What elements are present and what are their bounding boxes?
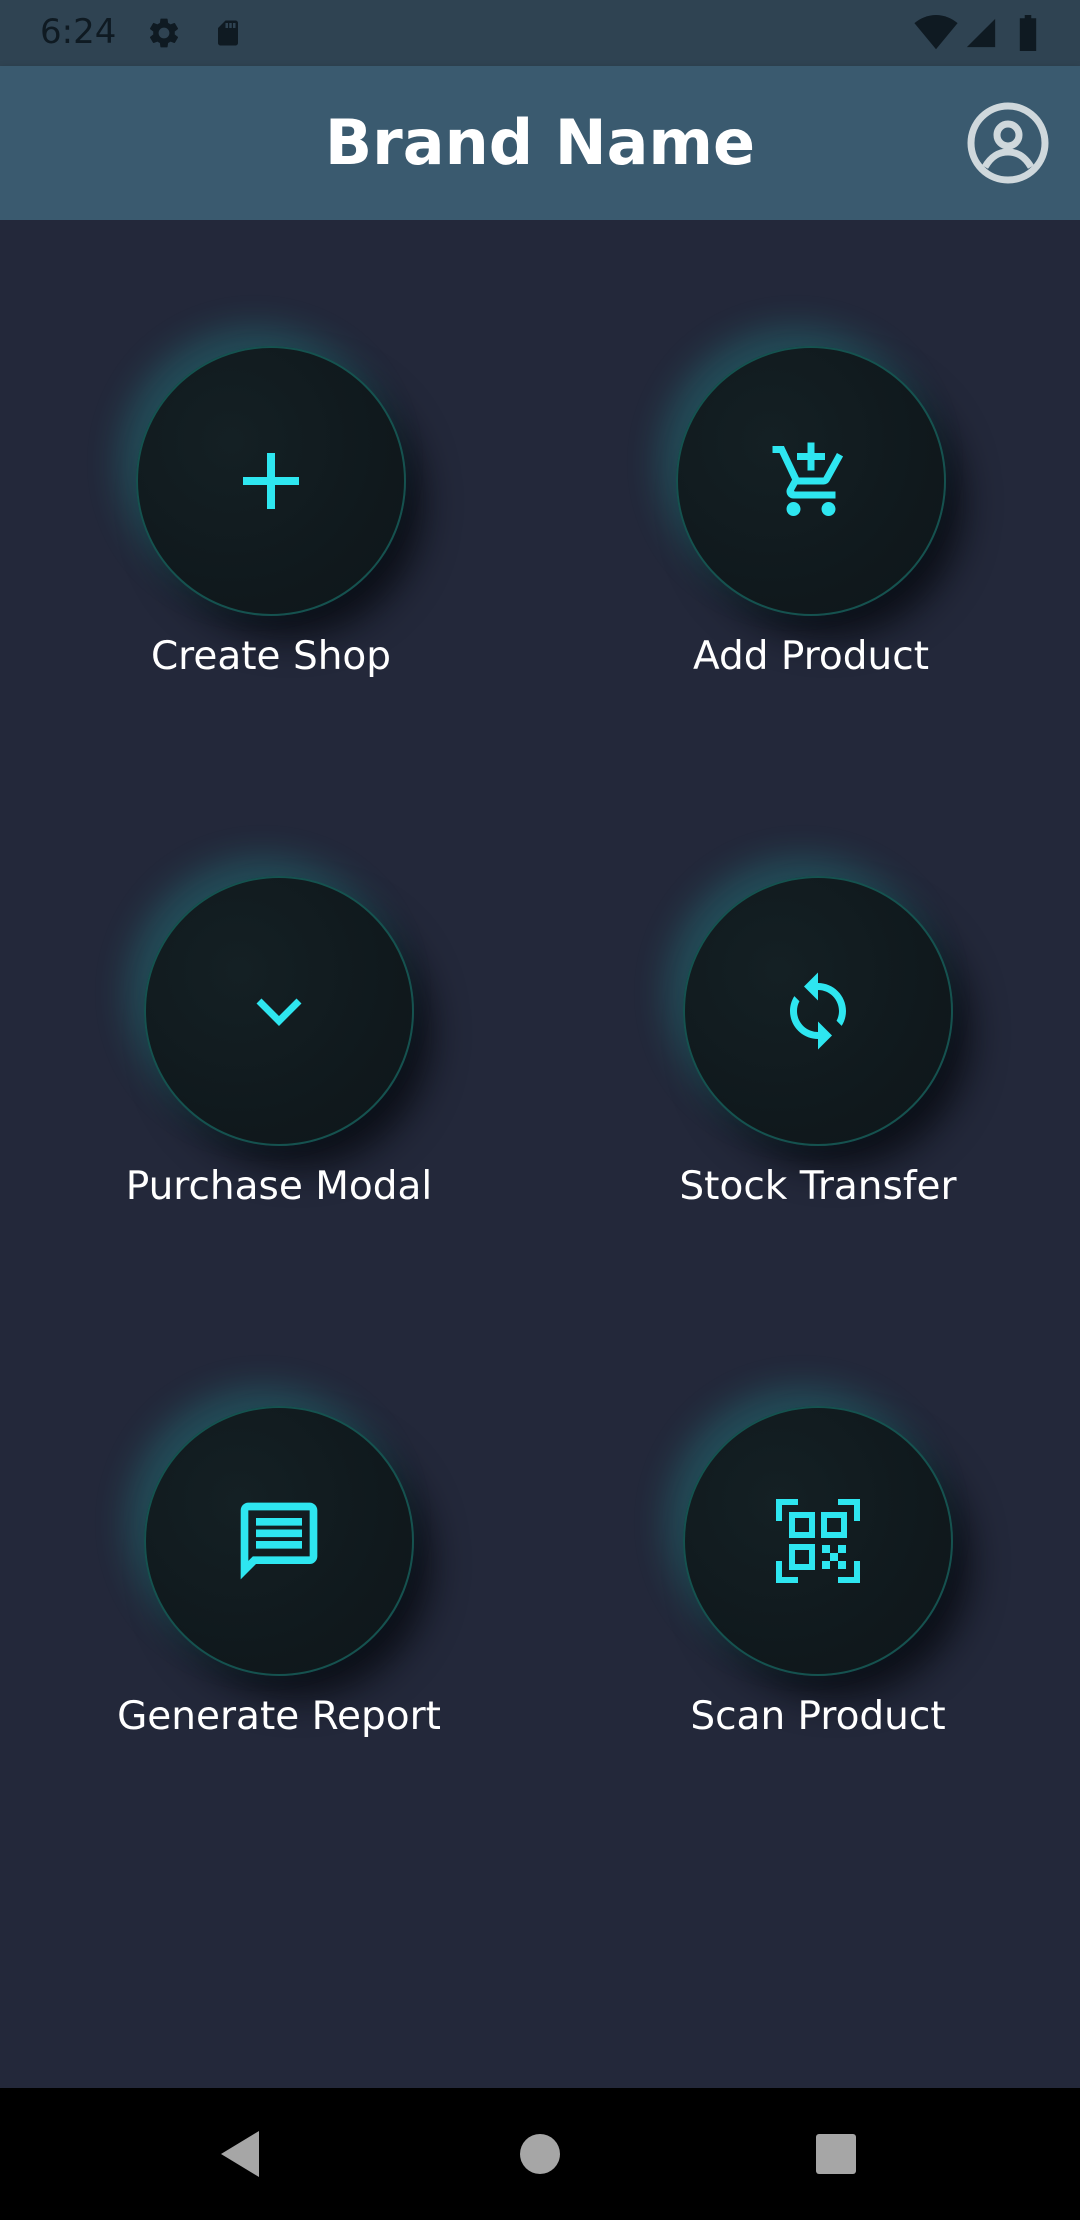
status-time: 6:24 <box>40 12 117 52</box>
home-icon <box>520 2134 560 2174</box>
status-bar: 6:24 <box>0 0 1080 66</box>
add-to-cart-icon <box>772 442 844 516</box>
add-product-button[interactable]: Add Product <box>631 346 991 726</box>
purchase-modal-label: Purchase Modal <box>125 1164 433 1209</box>
recents-button[interactable] <box>800 2118 872 2190</box>
signal-icon <box>962 0 1000 66</box>
profile-button[interactable] <box>966 101 1050 185</box>
navigation-bar <box>0 2088 1080 2220</box>
scan-product-label: Scan Product <box>690 1694 946 1739</box>
stock-transfer-label: Stock Transfer <box>679 1164 957 1209</box>
generate-report-circle[interactable] <box>144 1406 414 1676</box>
chevron-down-icon <box>256 998 302 1026</box>
purchase-modal-button[interactable]: Purchase Modal <box>99 876 459 1256</box>
add-product-label: Add Product <box>693 634 929 679</box>
create-shop-button[interactable]: Create Shop <box>91 346 451 726</box>
qr-scan-icon <box>776 1499 860 1583</box>
sd-card-icon <box>208 0 248 66</box>
add-product-circle[interactable] <box>676 346 946 616</box>
generate-report-button[interactable]: Generate Report <box>99 1406 459 1786</box>
battery-icon <box>1010 0 1046 66</box>
scan-product-button[interactable]: Scan Product <box>638 1406 998 1786</box>
settings-icon <box>144 0 184 66</box>
home-button[interactable] <box>504 2118 576 2190</box>
create-shop-circle[interactable] <box>136 346 406 616</box>
recents-icon <box>816 2134 856 2174</box>
account-circle-icon <box>967 102 1049 184</box>
message-report-icon <box>240 1502 318 1580</box>
generate-report-label: Generate Report <box>117 1694 441 1739</box>
plus-icon <box>243 453 299 509</box>
action-grid: Create Shop Add Product Purchase Modal S… <box>0 220 1080 2088</box>
wifi-icon <box>912 0 960 66</box>
purchase-modal-circle[interactable] <box>144 876 414 1146</box>
stock-transfer-button[interactable]: Stock Transfer <box>638 876 998 1256</box>
stock-transfer-circle[interactable] <box>683 876 953 1146</box>
app-title: Brand Name <box>324 106 756 179</box>
scan-product-circle[interactable] <box>683 1406 953 1676</box>
sync-icon <box>790 972 846 1050</box>
back-icon <box>221 2131 259 2177</box>
app-bar: Brand Name <box>0 66 1080 220</box>
create-shop-label: Create Shop <box>150 634 392 679</box>
back-button[interactable] <box>204 2118 276 2190</box>
